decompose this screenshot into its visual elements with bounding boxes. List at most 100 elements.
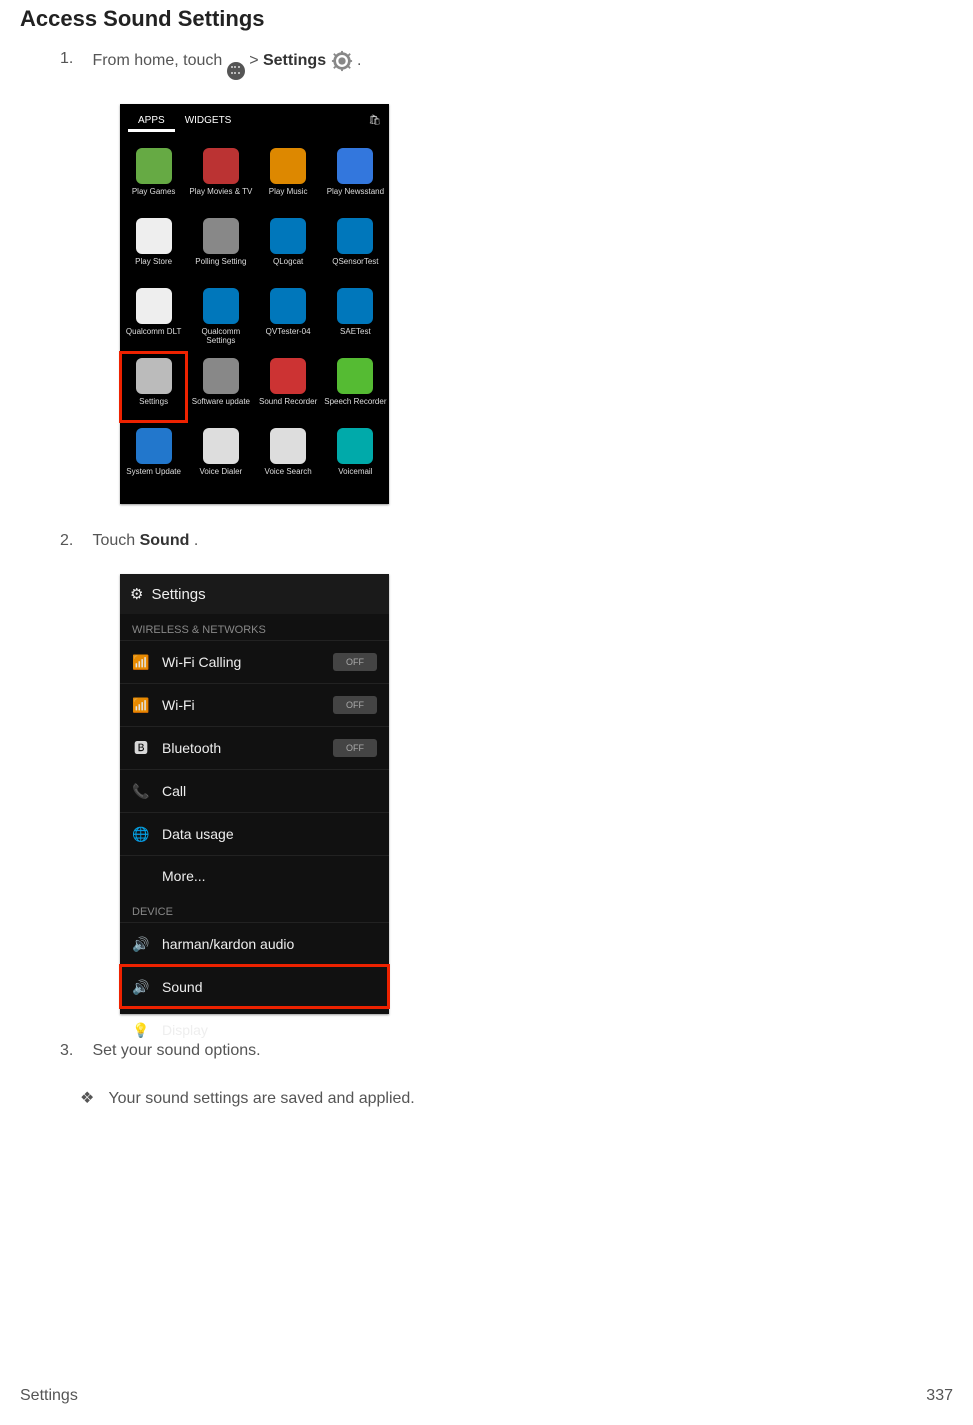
- app-play-music[interactable]: Play Music: [255, 142, 322, 212]
- app-label: QLogcat: [273, 258, 303, 276]
- app-label: Qualcomm Settings: [189, 328, 252, 346]
- toggle[interactable]: OFF: [333, 739, 377, 757]
- app-voice-search[interactable]: Voice Search: [255, 422, 322, 492]
- step-2-num: 2.: [60, 532, 88, 550]
- step-3-text: Set your sound options.: [92, 1042, 260, 1060]
- app-voice-dialer[interactable]: Voice Dialer: [187, 422, 254, 492]
- result-line: ❖ Your sound settings are saved and appl…: [20, 1088, 953, 1108]
- settings-row-data-usage[interactable]: 🌐 Data usage: [120, 812, 389, 855]
- app-label: SAETest: [340, 328, 371, 346]
- row-icon: 🔊: [132, 978, 150, 996]
- footer-page-number: 337: [926, 1387, 953, 1405]
- app-voicemail[interactable]: Voicemail: [322, 422, 389, 492]
- row-label: Data usage: [162, 826, 234, 842]
- apps-icon: [227, 62, 245, 80]
- tab-apps[interactable]: APPS: [128, 111, 175, 130]
- app-saetest[interactable]: SAETest: [322, 282, 389, 352]
- app-sound-recorder[interactable]: Sound Recorder: [255, 352, 322, 422]
- app-play-movies-tv[interactable]: Play Movies & TV: [187, 142, 254, 212]
- app-software-update[interactable]: Software update: [187, 352, 254, 422]
- step-1-text-mid: >: [249, 52, 263, 69]
- step-1-text-pre: From home, touch: [92, 52, 226, 69]
- step-1: 1. From home, touch > Settings . APPS WI…: [60, 50, 953, 504]
- step-2-text-pre: Touch: [92, 532, 139, 549]
- app-play-store[interactable]: Play Store: [120, 212, 187, 282]
- step-1-num: 1.: [60, 50, 88, 68]
- app-icon: [203, 428, 239, 464]
- app-label: Voicemail: [338, 468, 372, 486]
- row-icon: 🅱: [132, 739, 150, 757]
- step-1-bold: Settings: [263, 52, 326, 69]
- row-icon: 📞: [132, 782, 150, 800]
- app-qvtester-04[interactable]: QVTester-04: [255, 282, 322, 352]
- app-label: QVTester-04: [266, 328, 311, 346]
- row-icon: 🌐: [132, 825, 150, 843]
- step-2-bold: Sound: [140, 532, 190, 549]
- tab-widgets[interactable]: WIDGETS: [175, 111, 242, 130]
- app-speech-recorder[interactable]: Speech Recorder: [322, 352, 389, 422]
- app-label: Play Movies & TV: [189, 188, 252, 206]
- app-icon: [203, 288, 239, 324]
- page-heading: Access Sound Settings: [20, 6, 953, 32]
- category-device: DEVICE: [120, 896, 389, 922]
- app-label: Settings: [139, 398, 168, 416]
- screenshot-apps: APPS WIDGETS 🛍 Play Games Play Movies & T…: [120, 104, 389, 504]
- app-play-games[interactable]: Play Games: [120, 142, 187, 212]
- row-label: Display: [162, 1022, 208, 1038]
- app-icon: [203, 358, 239, 394]
- app-icon: [337, 288, 373, 324]
- shop-icon[interactable]: 🛍: [368, 115, 381, 126]
- settings-row-wi-fi[interactable]: 📶Wi-FiOFF: [120, 683, 389, 726]
- app-icon: [203, 148, 239, 184]
- app-label: QSensorTest: [332, 258, 378, 276]
- app-system-update[interactable]: System Update: [120, 422, 187, 492]
- settings-title: Settings: [151, 586, 205, 603]
- row-label: Sound: [162, 979, 202, 995]
- app-icon: [136, 218, 172, 254]
- row-icon: 🔊: [132, 935, 150, 953]
- row-label: Bluetooth: [162, 740, 221, 756]
- app-label: Play Games: [132, 188, 176, 206]
- app-qualcomm-dlt[interactable]: Qualcomm DLT: [120, 282, 187, 352]
- settings-row-harman-kardon-audio[interactable]: 🔊 harman/kardon audio: [120, 922, 389, 965]
- app-label: Qualcomm DLT: [126, 328, 181, 346]
- app-icon: [270, 218, 306, 254]
- app-label: Software update: [192, 398, 250, 416]
- app-qlogcat[interactable]: QLogcat: [255, 212, 322, 282]
- app-icon: [136, 148, 172, 184]
- app-label: Play Music: [269, 188, 308, 206]
- settings-row-wi-fi-calling[interactable]: 📶Wi-Fi CallingOFF: [120, 640, 389, 683]
- row-label: Wi-Fi Calling: [162, 654, 241, 670]
- app-play-newsstand[interactable]: Play Newsstand: [322, 142, 389, 212]
- app-icon: [337, 218, 373, 254]
- result-text: Your sound settings are saved and applie…: [108, 1090, 414, 1107]
- screenshot-settings: ⚙ Settings WIRELESS & NETWORKS 📶Wi-Fi Ca…: [120, 574, 389, 1014]
- settings-row-more-[interactable]: More...: [120, 855, 389, 896]
- step-2-text-post: .: [194, 532, 198, 549]
- settings-row-sound[interactable]: 🔊 Sound: [120, 965, 389, 1008]
- toggle[interactable]: OFF: [333, 696, 377, 714]
- row-icon: 💡: [132, 1021, 150, 1039]
- app-icon: [337, 428, 373, 464]
- toggle[interactable]: OFF: [333, 653, 377, 671]
- settings-row-call[interactable]: 📞 Call: [120, 769, 389, 812]
- app-label: Speech Recorder: [324, 398, 386, 416]
- settings-row-bluetooth[interactable]: 🅱 Bluetooth OFF: [120, 726, 389, 769]
- app-icon: [337, 358, 373, 394]
- step-3-num: 3.: [60, 1042, 88, 1060]
- app-qsensortest[interactable]: QSensorTest: [322, 212, 389, 282]
- app-icon: [270, 148, 306, 184]
- app-qualcomm-settings[interactable]: Qualcomm Settings: [187, 282, 254, 352]
- app-label: Play Store: [135, 258, 172, 276]
- row-label: More...: [162, 868, 206, 884]
- row-label: harman/kardon audio: [162, 936, 294, 952]
- step-3: 3. Set your sound options.: [60, 1042, 953, 1060]
- row-label: Call: [162, 783, 186, 799]
- app-icon: [136, 428, 172, 464]
- row-icon: 📶: [132, 696, 150, 714]
- app-polling-setting[interactable]: Polling Setting: [187, 212, 254, 282]
- app-icon: [270, 428, 306, 464]
- app-settings[interactable]: Settings: [120, 352, 187, 422]
- app-label: System Update: [126, 468, 181, 486]
- gear-icon: [331, 50, 353, 72]
